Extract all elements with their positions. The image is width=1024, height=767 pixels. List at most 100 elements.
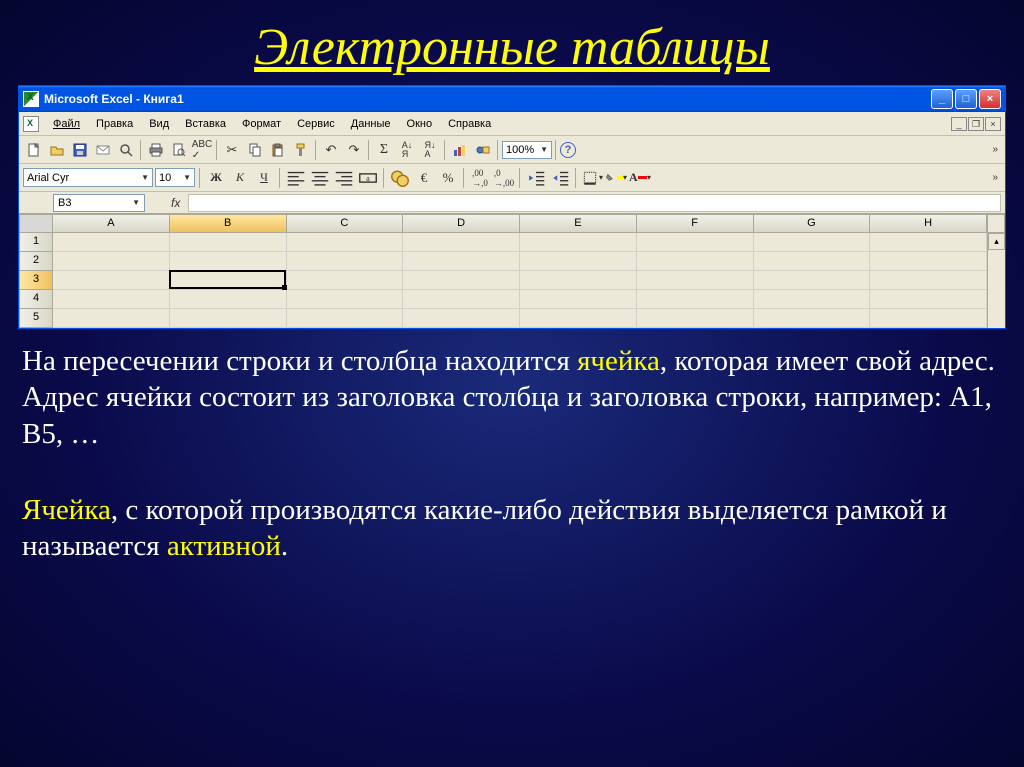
align-right-icon[interactable] <box>333 167 355 189</box>
name-box[interactable]: B3 ▼ <box>53 194 145 212</box>
cell[interactable] <box>53 309 170 328</box>
cell[interactable] <box>520 290 637 309</box>
column-header[interactable]: H <box>870 214 987 233</box>
italic-button[interactable]: К <box>229 167 251 189</box>
cell[interactable] <box>287 252 404 271</box>
column-header[interactable]: B <box>170 214 287 233</box>
cell[interactable] <box>170 290 287 309</box>
cell[interactable] <box>170 252 287 271</box>
cell[interactable] <box>287 233 404 252</box>
menu-file[interactable]: Файл <box>45 115 88 133</box>
decrease-decimal-icon[interactable]: ,0→,00 <box>493 167 515 189</box>
cell[interactable] <box>870 252 987 271</box>
column-header[interactable]: C <box>287 214 404 233</box>
close-button[interactable]: × <box>979 89 1001 109</box>
maximize-button[interactable]: □ <box>955 89 977 109</box>
bold-button[interactable]: Ж <box>205 167 227 189</box>
cell[interactable] <box>870 271 987 290</box>
increase-decimal-icon[interactable]: ,00→,0 <box>469 167 491 189</box>
cell[interactable] <box>170 309 287 328</box>
vertical-scrollbar[interactable]: ▴ <box>987 233 1005 328</box>
document-icon[interactable] <box>23 116 39 132</box>
cell[interactable] <box>754 233 871 252</box>
cell[interactable] <box>287 309 404 328</box>
select-all-corner[interactable] <box>19 214 53 233</box>
toolbar-overflow-icon[interactable]: » <box>989 144 1001 155</box>
cell[interactable] <box>870 290 987 309</box>
redo-icon[interactable]: ↷ <box>343 139 365 161</box>
cell[interactable] <box>870 233 987 252</box>
cell[interactable] <box>754 252 871 271</box>
row-header[interactable]: 5 <box>19 309 53 328</box>
fx-icon[interactable]: fx <box>147 196 188 210</box>
new-icon[interactable] <box>23 139 45 161</box>
underline-button[interactable]: Ч <box>253 167 275 189</box>
paste-icon[interactable] <box>267 139 289 161</box>
print-icon[interactable] <box>145 139 167 161</box>
align-left-icon[interactable] <box>285 167 307 189</box>
cell[interactable] <box>53 252 170 271</box>
font-size-selector[interactable]: 10 ▼ <box>155 168 195 187</box>
cell[interactable] <box>53 271 170 290</box>
row-header[interactable]: 3 <box>19 271 53 290</box>
column-header[interactable]: A <box>53 214 170 233</box>
cell[interactable] <box>754 309 871 328</box>
menu-data[interactable]: Данные <box>343 115 399 133</box>
cell[interactable] <box>870 309 987 328</box>
cell[interactable] <box>287 290 404 309</box>
menu-insert[interactable]: Вставка <box>177 115 234 133</box>
borders-icon[interactable]: ▾ <box>581 167 603 189</box>
chart-icon[interactable] <box>449 139 471 161</box>
doc-minimize-button[interactable]: _ <box>951 117 967 131</box>
toolbar-overflow-icon[interactable]: » <box>989 172 1001 183</box>
cell[interactable] <box>520 309 637 328</box>
row-header[interactable]: 1 <box>19 233 53 252</box>
cell[interactable] <box>637 309 754 328</box>
menu-edit[interactable]: Правка <box>88 115 141 133</box>
row-header[interactable]: 4 <box>19 290 53 309</box>
sort-desc-icon[interactable]: Я↓А <box>419 139 441 161</box>
align-center-icon[interactable] <box>309 167 331 189</box>
cell[interactable] <box>754 290 871 309</box>
cells-grid[interactable] <box>53 233 987 328</box>
cell[interactable] <box>53 233 170 252</box>
menu-view[interactable]: Вид <box>141 115 177 133</box>
column-header[interactable]: F <box>637 214 754 233</box>
font-name-selector[interactable]: Arial Cyr ▼ <box>23 168 153 187</box>
cell[interactable] <box>520 252 637 271</box>
spellcheck-icon[interactable]: ABC✓ <box>191 139 213 161</box>
cell[interactable] <box>287 271 404 290</box>
decrease-indent-icon[interactable] <box>525 167 547 189</box>
row-header[interactable]: 2 <box>19 252 53 271</box>
cell[interactable] <box>170 271 287 290</box>
help-icon[interactable]: ? <box>560 142 576 158</box>
cell[interactable] <box>637 252 754 271</box>
cell[interactable] <box>637 290 754 309</box>
search-icon[interactable] <box>115 139 137 161</box>
drawing-icon[interactable] <box>472 139 494 161</box>
menu-format[interactable]: Формат <box>234 115 289 133</box>
format-painter-icon[interactable] <box>290 139 312 161</box>
cell[interactable] <box>53 290 170 309</box>
cell[interactable] <box>754 271 871 290</box>
doc-close-button[interactable]: × <box>985 117 1001 131</box>
cell[interactable] <box>637 233 754 252</box>
column-header[interactable]: G <box>754 214 871 233</box>
cell[interactable] <box>520 233 637 252</box>
sort-asc-icon[interactable]: А↓Я <box>396 139 418 161</box>
cell[interactable] <box>403 271 520 290</box>
cell[interactable] <box>170 233 287 252</box>
cell[interactable] <box>520 271 637 290</box>
menu-help[interactable]: Справка <box>440 115 499 133</box>
print-preview-icon[interactable] <box>168 139 190 161</box>
zoom-selector[interactable]: 100% ▼ <box>502 141 552 159</box>
menu-tools[interactable]: Сервис <box>289 115 343 133</box>
menu-window[interactable]: Окно <box>399 115 441 133</box>
cell[interactable] <box>403 233 520 252</box>
currency-icon[interactable] <box>389 167 411 189</box>
column-header[interactable]: E <box>520 214 637 233</box>
undo-icon[interactable]: ↶ <box>320 139 342 161</box>
euro-icon[interactable]: € <box>413 167 435 189</box>
cell[interactable] <box>403 309 520 328</box>
autosum-icon[interactable]: Σ <box>373 139 395 161</box>
